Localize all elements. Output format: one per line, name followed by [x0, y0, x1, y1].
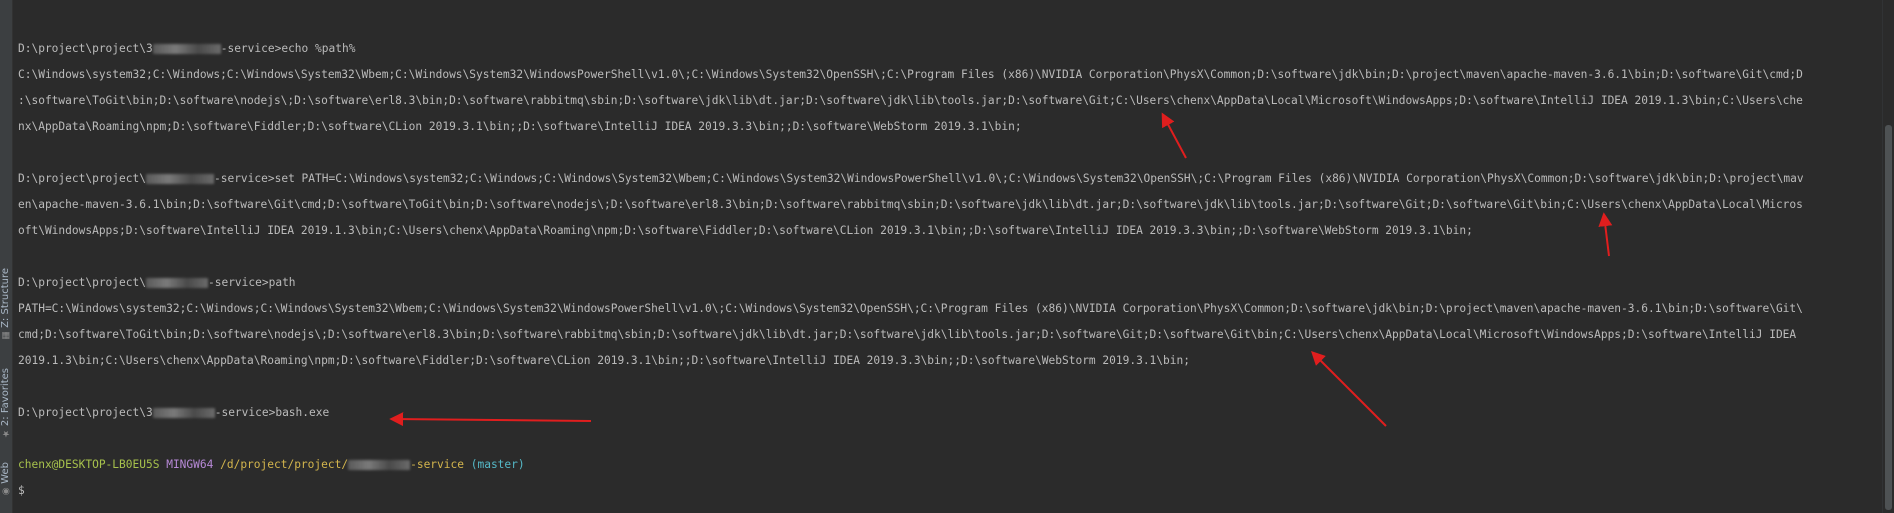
favorites-tab-label: 2: Favorites: [0, 368, 11, 427]
redacted-text: [152, 408, 215, 418]
redacted-text: [145, 174, 214, 184]
redacted-text: [348, 460, 411, 470]
git-branch: (master): [470, 458, 525, 471]
redacted-text: [145, 278, 208, 288]
terminal-line: D:\project\project\3 -service>echo %path%: [18, 36, 1873, 62]
bash-environment: MINGW64: [166, 458, 214, 471]
bash-path-prefix: /d/project/project/: [220, 458, 349, 471]
terminal-line: en\apache-maven-3.6.1\bin;D:\software\Gi…: [18, 198, 1803, 211]
web-tab-label: Web: [0, 462, 11, 484]
terminal-line: cmd;D:\software\ToGit\bin;D:\software\no…: [18, 328, 1797, 341]
terminal-line: C:\Windows\system32;C:\Windows;C:\Window…: [18, 68, 1803, 81]
structure-tab[interactable]: ▦ Z: Structure: [0, 268, 12, 340]
terminal-line: D:\project\project\ -service>path: [18, 270, 1873, 296]
bash-prompt-symbol: $: [18, 484, 25, 497]
terminal-line: D:\project\project\ -service>set PATH=C:\…: [18, 166, 1873, 192]
prompt-command: -service>echo %path%: [220, 42, 356, 55]
terminal-line: :\software\ToGit\bin;D:\software\nodejs\…: [18, 94, 1803, 107]
prompt-command: -service>path: [207, 276, 296, 289]
scrollbar-thumb[interactable]: [1885, 125, 1892, 510]
web-tab[interactable]: ◉ Web: [0, 462, 12, 496]
terminal-line: nx\AppData\Roaming\npm;D:\software\Fiddl…: [18, 120, 1022, 133]
terminal-line: PATH=C:\Windows\system32;C:\Windows;C:\W…: [18, 302, 1803, 315]
star-icon: ★: [1, 428, 11, 439]
prompt-command: -service>set PATH=C:\Windows\system32;C:…: [213, 172, 1804, 185]
web-icon: ◉: [1, 485, 11, 496]
terminal-line: 2019.1.3\bin;C:\Users\chenx\AppData\Roam…: [18, 354, 1190, 367]
tool-window-strip: ▦ Z: Structure ★ 2: Favorites ◉ Web: [0, 0, 13, 513]
bash-prompt-line: chenx@DESKTOP-LB0EU5S MINGW64 /d/project…: [18, 452, 1873, 478]
structure-icon: ▦: [1, 329, 11, 340]
favorites-tab[interactable]: ★ 2: Favorites: [0, 368, 12, 438]
terminal-line: D:\project\project\3 -service>bash.exe: [18, 400, 1873, 426]
structure-tab-label: Z: Structure: [0, 268, 11, 328]
bash-user-host: chenx@DESKTOP-LB0EU5S: [18, 458, 160, 471]
prompt-path: D:\project\project\: [18, 276, 146, 289]
terminal-output[interactable]: D:\project\project\3 -service>echo %path%…: [18, 36, 1873, 504]
redacted-text: [152, 44, 221, 54]
prompt-path: D:\project\project\3: [18, 406, 153, 419]
prompt-path: D:\project\project\3: [18, 42, 153, 55]
bash-path-suffix: -service: [410, 458, 464, 471]
vertical-scrollbar[interactable]: [1882, 0, 1894, 513]
terminal-line: oft\WindowsApps;D:\software\IntelliJ IDE…: [18, 224, 1473, 237]
prompt-path: D:\project\project\: [18, 172, 146, 185]
bash-input-line[interactable]: $: [18, 478, 1873, 504]
prompt-command: -service>bash.exe: [214, 406, 330, 419]
